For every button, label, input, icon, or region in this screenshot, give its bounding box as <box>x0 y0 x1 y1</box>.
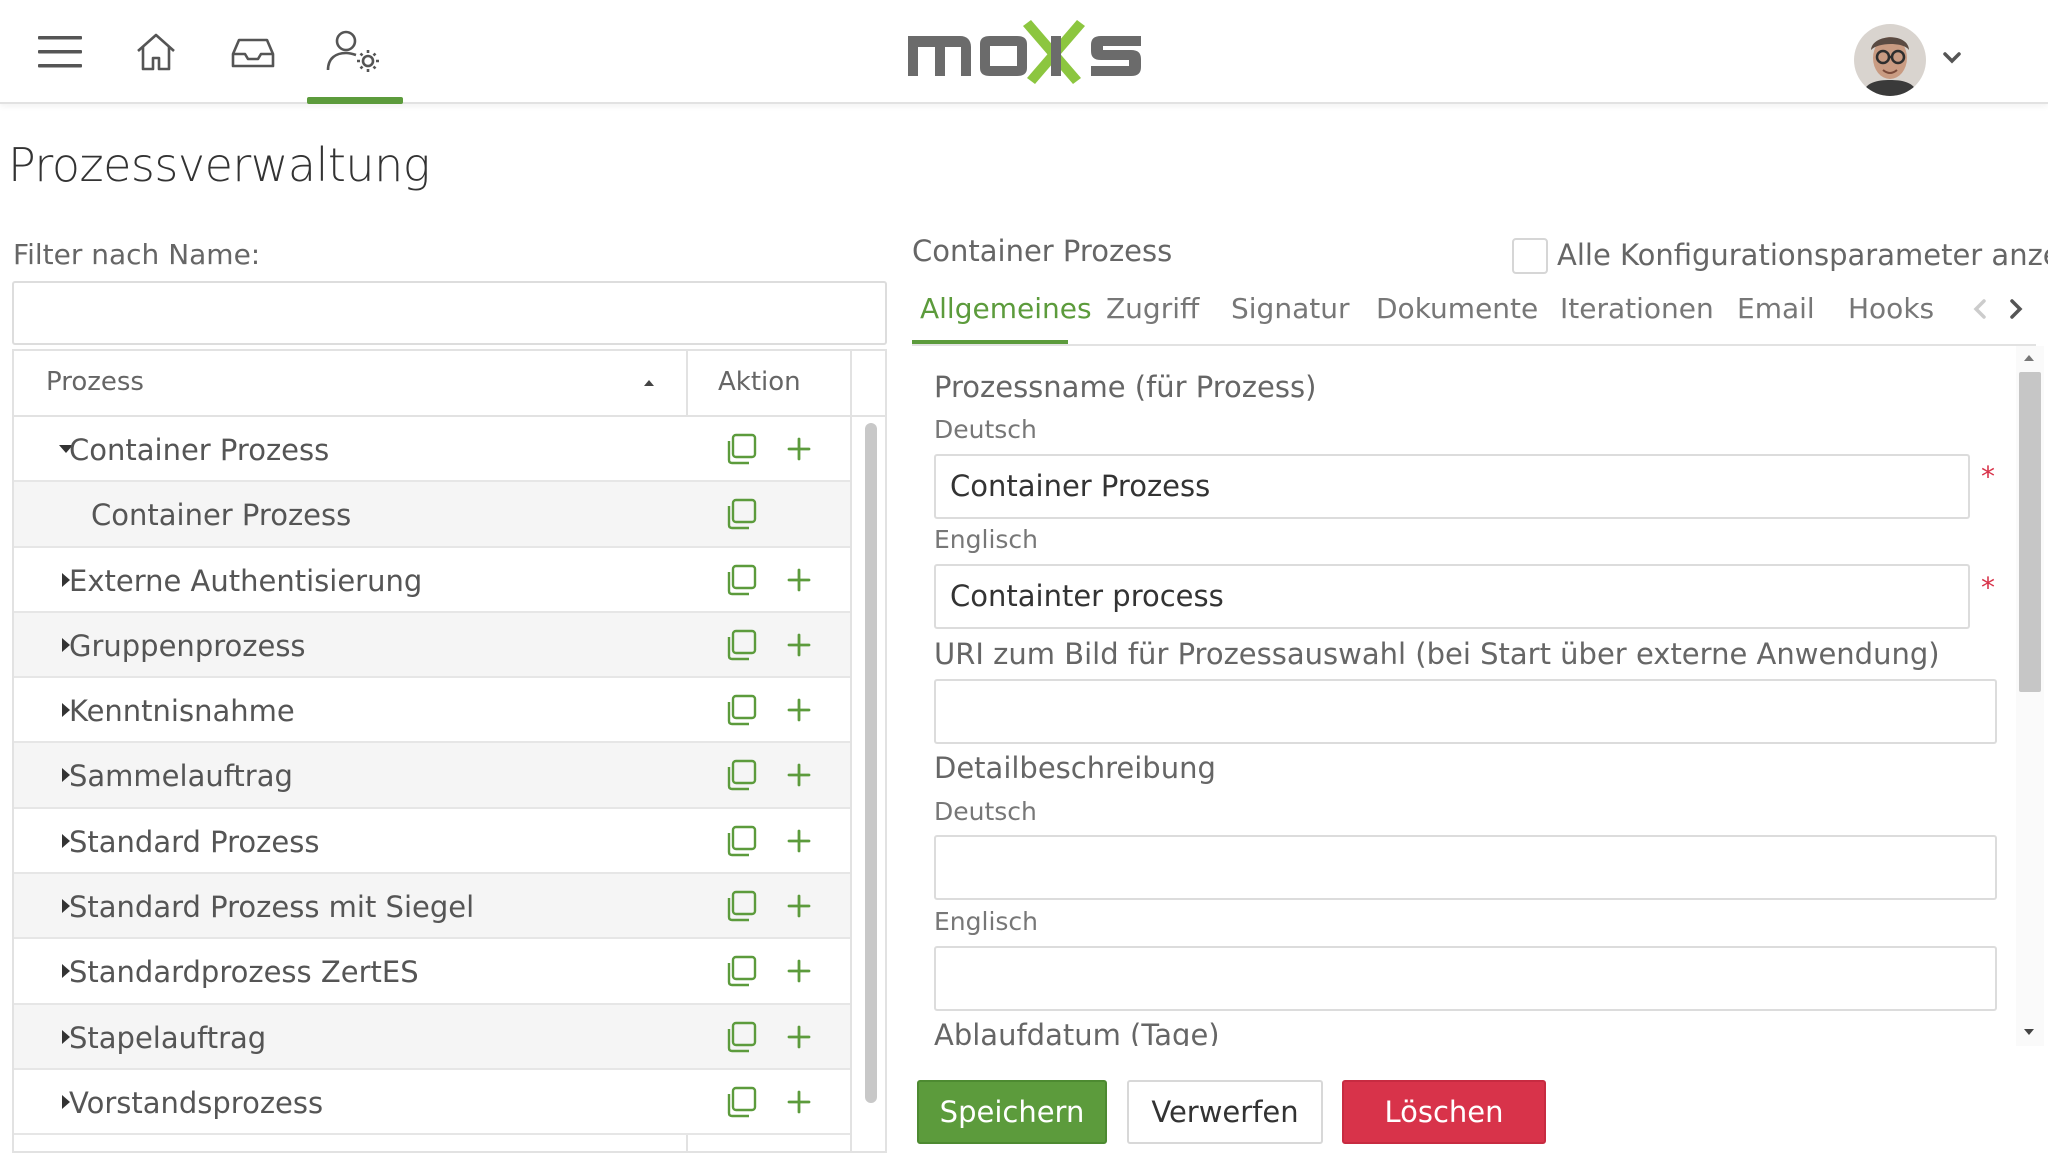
add-icon[interactable] <box>782 628 816 662</box>
tree-scrollbar[interactable] <box>865 423 877 1103</box>
copy-icon[interactable] <box>724 563 758 597</box>
description-german-label: Deutsch <box>934 797 1037 826</box>
copy-icon[interactable] <box>724 758 758 792</box>
tree-row[interactable]: Standardprozess ZertES <box>14 939 850 1005</box>
add-icon[interactable] <box>782 954 816 988</box>
tree-row-label[interactable]: Standardprozess ZertES <box>69 955 419 989</box>
user-settings-icon[interactable] <box>320 20 388 84</box>
tabs-scroll-right-icon[interactable] <box>2004 294 2028 324</box>
add-icon[interactable] <box>782 1020 816 1054</box>
home-icon[interactable] <box>122 20 190 84</box>
tree-row[interactable]: Standard Prozess mit Siegel <box>14 874 850 940</box>
chevron-down-icon[interactable] <box>1938 44 1966 72</box>
name-german-input[interactable]: Container Prozess <box>934 454 1970 519</box>
tab-signatur[interactable]: Signatur <box>1231 292 1349 325</box>
detail-title: Container Prozess <box>912 234 1173 268</box>
discard-button[interactable]: Verwerfen <box>1127 1080 1323 1144</box>
show-all-params-label[interactable]: Alle Konfigurationsparameter anzeigen <box>1557 238 2048 272</box>
expiry-days-label: Ablaufdatum (Tage) <box>934 1018 1220 1046</box>
copy-icon[interactable] <box>724 693 758 727</box>
add-icon[interactable] <box>782 824 816 858</box>
sort-ascending-icon[interactable] <box>642 375 656 389</box>
tab-hooks[interactable]: Hooks <box>1848 292 1934 325</box>
copy-icon[interactable] <box>724 1085 758 1119</box>
required-marker: * <box>1981 571 1995 604</box>
tree-row-label[interactable]: Standard Prozess mit Siegel <box>69 890 474 924</box>
active-tab-indicator <box>912 340 1068 344</box>
add-icon[interactable] <box>782 563 816 597</box>
inbox-icon[interactable] <box>219 20 287 84</box>
description-english-label: Englisch <box>934 907 1039 936</box>
process-name-label: Prozessname (für Prozess) <box>934 370 1317 404</box>
tree-row-label[interactable]: Externe Authentisierung <box>69 564 422 598</box>
scroll-up-icon[interactable] <box>2022 350 2036 364</box>
page-title: Prozessverwaltung <box>8 138 430 192</box>
tree-row[interactable]: Vorstandsprozess <box>14 1069 850 1136</box>
tab-allgemeines[interactable]: Allgemeines <box>920 292 1092 325</box>
add-icon[interactable] <box>782 432 816 466</box>
column-divider <box>850 351 852 1151</box>
tree-header: Prozess Aktion <box>14 351 885 417</box>
general-form: Prozessname (für Prozess) Deutsch Contai… <box>912 350 2012 1046</box>
delete-button[interactable]: Löschen <box>1342 1080 1546 1144</box>
detail-tabs: Allgemeines Zugriff Signatur Dokumente I… <box>912 286 2036 346</box>
name-english-input[interactable]: Containter process <box>934 564 1970 629</box>
name-english-label: Englisch <box>934 525 1039 554</box>
menu-icon[interactable] <box>26 20 94 84</box>
process-tree-table: Prozess Aktion Container Prozess Containe… <box>12 349 887 1153</box>
copy-icon[interactable] <box>724 497 758 531</box>
tree-row[interactable]: Stapelauftrag <box>14 1004 850 1070</box>
tree-row[interactable]: Kenntnisnahme <box>14 678 850 744</box>
show-all-params-checkbox[interactable] <box>1512 238 1548 274</box>
copy-icon[interactable] <box>724 432 758 466</box>
tree-row[interactable]: Externe Authentisierung <box>14 547 850 613</box>
image-uri-input[interactable] <box>934 679 1997 744</box>
filter-input[interactable] <box>12 281 887 345</box>
active-nav-indicator <box>307 97 403 104</box>
image-uri-label: URI zum Bild für Prozessauswahl (bei Sta… <box>934 637 1940 671</box>
name-german-label: Deutsch <box>934 415 1037 444</box>
tab-dokumente[interactable]: Dokumente <box>1376 292 1538 325</box>
tab-iterationen[interactable]: Iterationen <box>1560 292 1714 325</box>
form-scrollbar-thumb[interactable] <box>2019 372 2041 692</box>
tree-row-label[interactable]: Stapelauftrag <box>69 1021 266 1055</box>
tree-row-label[interactable]: Vorstandsprozess <box>69 1086 323 1120</box>
tree-row-label[interactable]: Standard Prozess <box>69 825 319 859</box>
copy-icon[interactable] <box>724 889 758 923</box>
add-icon[interactable] <box>782 693 816 727</box>
copy-icon[interactable] <box>724 824 758 858</box>
scroll-down-icon[interactable] <box>2022 1024 2036 1038</box>
tree-row-label[interactable]: Sammelauftrag <box>69 759 293 793</box>
save-button[interactable]: Speichern <box>917 1080 1107 1144</box>
add-icon[interactable] <box>782 889 816 923</box>
tree-row[interactable]: Container Prozess <box>14 417 850 483</box>
tab-email[interactable]: Email <box>1737 292 1815 325</box>
tree-rows: Container Prozess Container Prozess Extern… <box>14 417 850 1136</box>
user-avatar[interactable] <box>1854 24 1926 96</box>
add-icon[interactable] <box>782 1085 816 1119</box>
tree-row-label[interactable]: Gruppenprozess <box>69 629 306 663</box>
column-header-action: Aktion <box>718 367 801 397</box>
top-bar <box>0 0 2048 104</box>
copy-icon[interactable] <box>724 954 758 988</box>
tree-row[interactable]: Sammelauftrag <box>14 743 850 809</box>
column-header-process[interactable]: Prozess <box>46 367 144 397</box>
tree-row[interactable]: Standard Prozess <box>14 808 850 875</box>
tabs-scroll-left-icon[interactable] <box>1968 294 1992 324</box>
moxis-logo[interactable] <box>905 14 1145 88</box>
description-label: Detailbeschreibung <box>934 751 1216 785</box>
tree-row-label[interactable]: Container Prozess <box>91 498 351 532</box>
tab-zugriff[interactable]: Zugriff <box>1106 292 1199 325</box>
filter-label: Filter nach Name: <box>13 238 261 271</box>
copy-icon[interactable] <box>724 628 758 662</box>
tree-row[interactable]: Gruppenprozess <box>14 612 850 679</box>
tree-row-label[interactable]: Kenntnisnahme <box>69 694 295 728</box>
description-german-input[interactable] <box>934 835 1997 900</box>
description-english-input[interactable] <box>934 946 1997 1011</box>
add-icon[interactable] <box>782 758 816 792</box>
copy-icon[interactable] <box>724 1020 758 1054</box>
required-marker: * <box>1981 460 1995 493</box>
tree-row[interactable]: Container Prozess <box>14 482 850 548</box>
tree-row-label[interactable]: Container Prozess <box>69 433 329 467</box>
